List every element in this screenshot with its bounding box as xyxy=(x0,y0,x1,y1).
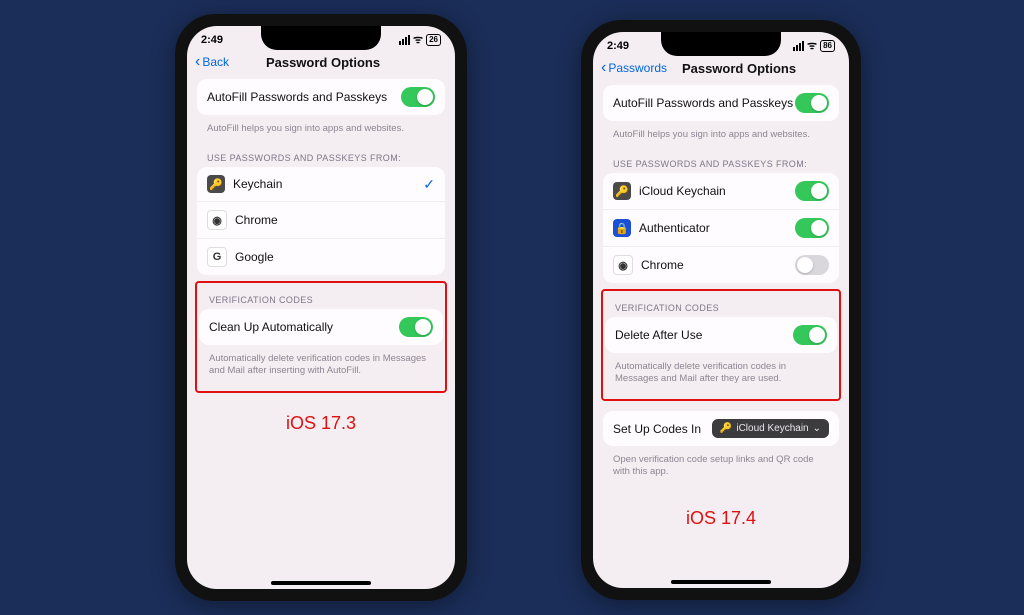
verification-header: VERIFICATION CODES xyxy=(199,287,443,309)
cleanup-label: Clean Up Automatically xyxy=(209,320,399,334)
provider-icon: 🔒 xyxy=(613,219,631,237)
provider-icon: G xyxy=(207,247,227,267)
provider-icon: ◉ xyxy=(207,210,227,230)
status-time: 2:49 xyxy=(201,34,223,46)
wifi-icon: ᯤ xyxy=(413,32,423,47)
delete-after-use-label: Delete After Use xyxy=(615,328,793,342)
provider-label: Chrome xyxy=(235,213,435,227)
providers-header: USE PASSWORDS AND PASSKEYS FROM: xyxy=(197,145,445,167)
autofill-toggle-row[interactable]: AutoFill Passwords and Passkeys xyxy=(197,79,445,115)
verification-header: VERIFICATION CODES xyxy=(605,295,837,317)
provider-label: Chrome xyxy=(641,258,795,272)
provider-row[interactable]: ◉ Chrome xyxy=(197,201,445,238)
setup-codes-row[interactable]: Set Up Codes In 🔑 iCloud Keychain ⌄ xyxy=(603,411,839,446)
autofill-label: AutoFill Passwords and Passkeys xyxy=(207,90,401,104)
provider-label: Google xyxy=(235,250,435,264)
autofill-toggle-row[interactable]: AutoFill Passwords and Passkeys xyxy=(603,85,839,121)
provider-row[interactable]: ◉ Chrome xyxy=(603,246,839,283)
provider-icon: 🔑 xyxy=(207,175,225,193)
provider-icon: ◉ xyxy=(613,255,633,275)
provider-row[interactable]: G Google xyxy=(197,238,445,275)
verification-hint: Automatically delete verification codes … xyxy=(199,349,443,387)
highlight-box: VERIFICATION CODES Delete After Use Auto… xyxy=(601,289,841,401)
screen-right: 2:49 ᯤ 86 ‹Passwords Password Options Au… xyxy=(593,32,849,588)
autofill-label: AutoFill Passwords and Passkeys xyxy=(613,96,795,110)
provider-toggle[interactable] xyxy=(795,218,829,238)
provider-label: Authenticator xyxy=(639,221,795,235)
provider-row[interactable]: 🔑 iCloud Keychain xyxy=(603,173,839,209)
notch xyxy=(661,32,781,56)
provider-icon: 🔑 xyxy=(613,182,631,200)
version-caption: iOS 17.3 xyxy=(197,413,445,434)
nav-bar: ‹Passwords Password Options xyxy=(593,55,849,85)
provider-label: iCloud Keychain xyxy=(639,184,795,198)
nav-bar: ‹Back Password Options xyxy=(187,49,455,79)
provider-toggle[interactable] xyxy=(795,255,829,275)
chevron-left-icon: ‹ xyxy=(601,59,606,77)
verification-hint: Automatically delete verification codes … xyxy=(605,357,837,395)
notch xyxy=(261,26,381,50)
comparison-stage: 2:49 ᯤ 26 ‹Back Password Options AutoFil… xyxy=(0,0,1024,615)
home-indicator[interactable] xyxy=(271,581,371,585)
autofill-toggle[interactable] xyxy=(401,87,435,107)
providers-header: USE PASSWORDS AND PASSKEYS FROM: xyxy=(603,151,839,173)
battery-icon: 86 xyxy=(820,40,835,52)
status-time: 2:49 xyxy=(607,40,629,52)
setup-codes-value: iCloud Keychain xyxy=(736,423,808,434)
phone-right: 2:49 ᯤ 86 ‹Passwords Password Options Au… xyxy=(581,20,861,600)
page-title: Password Options xyxy=(637,61,841,76)
page-title: Password Options xyxy=(199,55,447,70)
home-indicator[interactable] xyxy=(671,580,771,584)
highlight-box: VERIFICATION CODES Clean Up Automaticall… xyxy=(195,281,447,393)
signal-icon xyxy=(399,35,410,45)
chevron-updown-icon: ⌄ xyxy=(813,423,821,434)
setup-codes-hint: Open verification code setup links and Q… xyxy=(603,450,839,488)
delete-after-use-toggle[interactable] xyxy=(793,325,827,345)
wifi-icon: ᯤ xyxy=(807,38,817,53)
phone-left: 2:49 ᯤ 26 ‹Back Password Options AutoFil… xyxy=(175,14,467,601)
setup-codes-label: Set Up Codes In xyxy=(613,422,712,436)
version-caption: iOS 17.4 xyxy=(603,508,839,529)
screen-left: 2:49 ᯤ 26 ‹Back Password Options AutoFil… xyxy=(187,26,455,589)
provider-toggle[interactable] xyxy=(795,181,829,201)
autofill-toggle[interactable] xyxy=(795,93,829,113)
setup-codes-picker[interactable]: 🔑 iCloud Keychain ⌄ xyxy=(712,419,829,438)
provider-row[interactable]: 🔒 Authenticator xyxy=(603,209,839,246)
provider-label: Keychain xyxy=(233,177,423,191)
cleanup-toggle-row[interactable]: Clean Up Automatically xyxy=(199,309,443,345)
autofill-hint: AutoFill helps you sign into apps and we… xyxy=(603,125,839,151)
provider-row[interactable]: 🔑 Keychain✓ xyxy=(197,167,445,201)
cleanup-toggle[interactable] xyxy=(399,317,433,337)
delete-after-use-row[interactable]: Delete After Use xyxy=(605,317,837,353)
autofill-hint: AutoFill helps you sign into apps and we… xyxy=(197,119,445,145)
signal-icon xyxy=(793,41,804,51)
battery-icon: 26 xyxy=(426,34,441,46)
check-icon: ✓ xyxy=(423,176,435,193)
key-icon: 🔑 xyxy=(720,423,732,434)
